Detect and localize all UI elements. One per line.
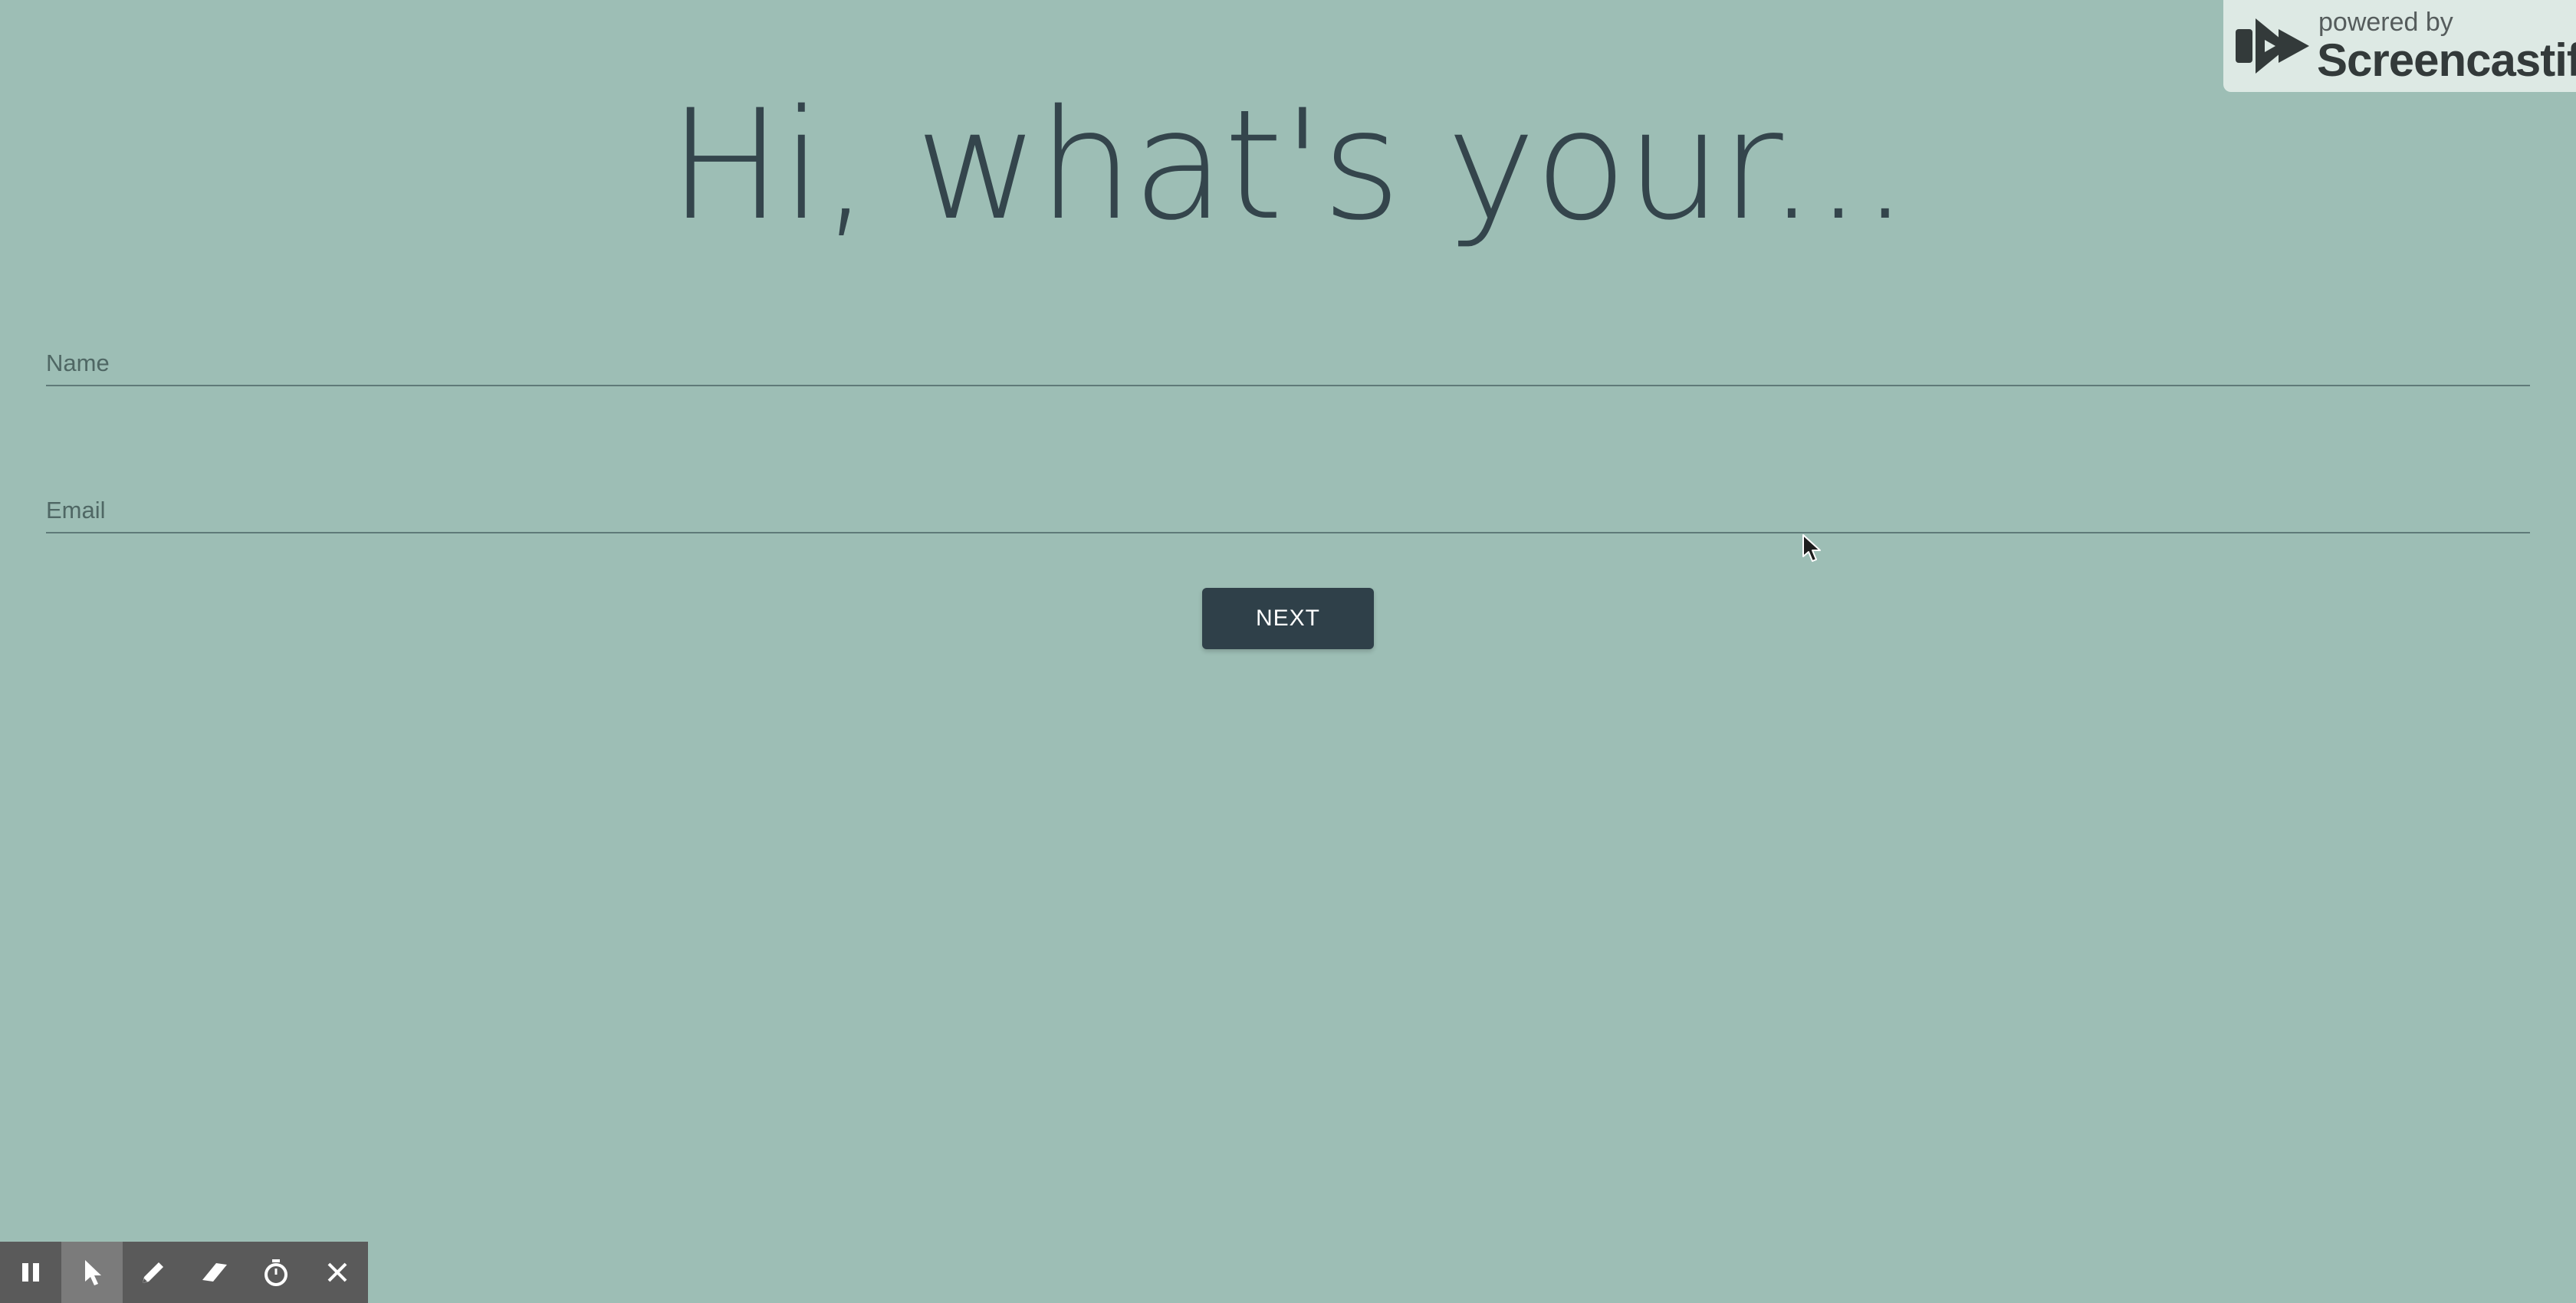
- timer-icon: [264, 1259, 288, 1286]
- pause-button[interactable]: [0, 1242, 61, 1303]
- pointer-icon: [85, 1260, 101, 1285]
- name-input[interactable]: [46, 345, 2530, 382]
- mouse-cursor-icon: [1802, 534, 1821, 562]
- timer-button[interactable]: [245, 1242, 307, 1303]
- pointer-tool-button[interactable]: [61, 1242, 123, 1303]
- email-input[interactable]: [46, 492, 2530, 529]
- name-field[interactable]: [46, 340, 2530, 386]
- page: Hi, what's your... NEXT powered by Scree…: [0, 0, 2576, 1303]
- close-icon: [327, 1262, 347, 1282]
- pen-icon: [143, 1262, 163, 1283]
- eraser-tool-button[interactable]: [184, 1242, 245, 1303]
- page-title: Hi, what's your...: [668, 77, 1910, 254]
- pause-icon: [22, 1263, 39, 1282]
- eraser-icon: [202, 1263, 227, 1282]
- badge-brand-name: Screencastify: [2317, 34, 2576, 86]
- close-button[interactable]: [307, 1242, 368, 1303]
- screencastify-logo-icon: [2236, 18, 2309, 74]
- recording-toolbar: [0, 1242, 368, 1303]
- email-field[interactable]: [46, 487, 2530, 533]
- next-button[interactable]: NEXT: [1202, 588, 1374, 649]
- pen-tool-button[interactable]: [123, 1242, 184, 1303]
- screencastify-badge[interactable]: powered by Screencastify: [2223, 0, 2576, 92]
